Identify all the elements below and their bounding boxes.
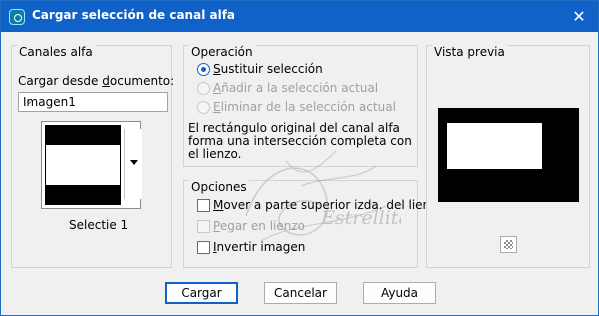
- app-icon: [9, 9, 25, 25]
- operation-info-line-1: El rectángulo original del canal alfa: [188, 121, 400, 135]
- watermark-graphic: Estrellita: [245, 150, 401, 242]
- remove-selection-radio[interactable]: [197, 101, 210, 114]
- svg-text:Estrellita: Estrellita: [320, 207, 401, 229]
- remove-selection-label[interactable]: Eliminar de la selección actual: [213, 100, 396, 114]
- operation-legend: Operación: [189, 45, 255, 59]
- alpha-channels-legend: Canales alfa: [17, 45, 95, 59]
- paste-on-canvas-checkbox[interactable]: [197, 220, 210, 233]
- window-title: Cargar selección de canal alfa: [32, 8, 236, 22]
- channel-thumbnail-selection: [45, 145, 121, 185]
- dialog-window: Cargar selección de canal alfa ✕ Canales…: [0, 0, 599, 316]
- load-button[interactable]: Cargar: [165, 282, 238, 304]
- channel-name-label: Selectie 1: [69, 218, 129, 232]
- transparency-toggle-icon[interactable]: [500, 236, 517, 253]
- replace-selection-label[interactable]: Sustituir selección: [213, 62, 323, 76]
- add-selection-radio[interactable]: [197, 82, 210, 95]
- channel-thumbnail-bottom: [45, 185, 121, 205]
- close-icon[interactable]: ✕: [568, 6, 590, 28]
- channel-dropdown-arrow[interactable]: [124, 129, 142, 199]
- channel-thumbnail-top: [45, 125, 121, 145]
- channel-thumbnail[interactable]: [41, 121, 142, 209]
- chevron-down-icon: ⌄: [24, 96, 34, 107]
- cancel-button[interactable]: Cancelar: [264, 282, 337, 304]
- preview-selection: [447, 123, 542, 169]
- title-bar[interactable]: Cargar selección de canal alfa ✕: [1, 1, 598, 32]
- document-select[interactable]: Imagen1 ⌄: [18, 92, 168, 112]
- move-top-left-checkbox[interactable]: [197, 199, 210, 212]
- preview-legend: Vista previa: [432, 45, 507, 59]
- help-button[interactable]: Ayuda: [363, 282, 436, 304]
- add-selection-label[interactable]: Añadir a la selección actual: [213, 81, 378, 95]
- replace-selection-radio[interactable]: [197, 63, 210, 76]
- load-from-document-label: Cargar desde documento:: [18, 74, 175, 88]
- invert-image-checkbox[interactable]: [197, 241, 210, 254]
